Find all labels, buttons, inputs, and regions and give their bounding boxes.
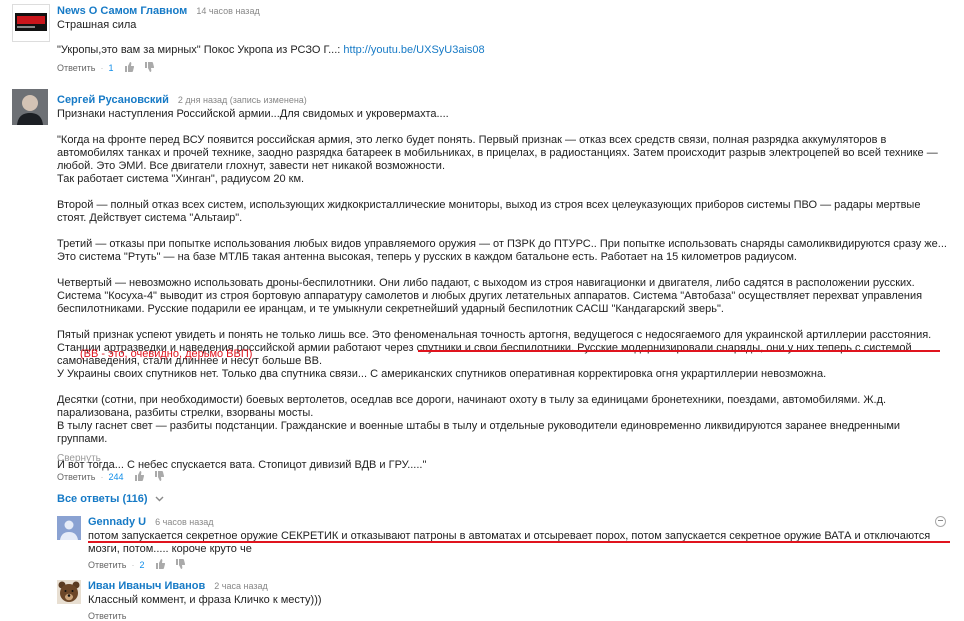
reply-time[interactable]: 2 часа назад <box>214 581 267 591</box>
comment-paragraph: И вот тогда... С небес спускается вата. … <box>57 459 427 471</box>
reply-time[interactable]: 6 часов назад <box>155 517 213 527</box>
comment-paragraph <box>57 446 947 459</box>
thumbs-down-icon[interactable] <box>144 62 154 72</box>
like-count: 1 <box>108 63 114 73</box>
collapse-button[interactable]: Свернуть <box>57 453 101 464</box>
comment-paragraph <box>57 121 947 134</box>
avatar-rusanovsky[interactable] <box>12 89 48 125</box>
comment-paragraph: В тылу гаснет свет — разбиты подстанции.… <box>57 420 901 445</box>
comment-paragraph: Четвертый — невозможно использовать дрон… <box>57 277 923 315</box>
reply-author[interactable]: Иван Иваныч Иванов <box>88 580 205 592</box>
comment-text: Страшная сила <box>57 19 137 31</box>
thumbs-up-icon[interactable] <box>155 559 166 569</box>
like-count: 244 <box>108 472 124 482</box>
news-logo-icon <box>15 13 47 31</box>
comment-paragraph: "Когда на фронте перед ВСУ появится росс… <box>57 134 938 172</box>
comment-time[interactable]: 14 часов назад <box>196 6 259 16</box>
bear-avatar-icon <box>57 580 81 604</box>
reply-button[interactable]: Ответить <box>57 63 95 73</box>
reply-button[interactable]: Ответить <box>88 611 126 621</box>
comment-paragraph <box>57 316 947 329</box>
avatar-ivanov[interactable] <box>57 580 81 604</box>
avatar-gennady[interactable] <box>57 516 81 540</box>
red-underline <box>88 541 950 543</box>
comment-author[interactable]: News О Самом Главном <box>57 5 187 17</box>
comment-paragraph <box>57 225 947 238</box>
thumbs-down-icon[interactable] <box>175 559 185 569</box>
comment-paragraph <box>57 186 947 199</box>
avatar-news[interactable] <box>12 4 50 42</box>
red-underline <box>418 350 940 352</box>
all-replies-toggle[interactable]: Все ответы (116) <box>57 493 164 505</box>
comment-paragraph: У Украины своих спутников нет. Только дв… <box>57 368 827 380</box>
all-replies-label: Все ответы (116) <box>57 493 148 505</box>
like-count: 2 <box>139 560 145 570</box>
comment-paragraph <box>57 264 947 277</box>
default-user-icon <box>57 516 81 540</box>
comment-paragraph: Второй — полный отказ всех систем, испол… <box>57 199 921 224</box>
comment-paragraph: Третий — отказы при попытке использовани… <box>57 238 947 263</box>
comment-author[interactable]: Сергей Русановский <box>57 94 169 106</box>
reply-button[interactable]: Ответить <box>57 472 95 482</box>
comment-text: "Укропы,это вам за мирных" Покос Укропа … <box>57 44 344 56</box>
thumbs-up-icon[interactable] <box>124 62 135 72</box>
user-photo-icon <box>12 89 48 125</box>
comment-paragraph: Так работает система "Хинган", радиусом … <box>57 173 305 185</box>
comment-paragraph: Признаки наступления Российской армии...… <box>57 108 449 120</box>
reply-text: Классный коммент, и фраза Кличко к месту… <box>88 594 322 606</box>
red-annotation: (ВВ - это, очевидно, дерьмо ВВП) <box>80 348 253 360</box>
youtube-link[interactable]: http://youtu.be/UXSyU3ais08 <box>343 44 484 56</box>
thumbs-up-icon[interactable] <box>134 471 145 481</box>
reply-button[interactable]: Ответить <box>88 560 126 570</box>
comment-paragraph: Десятки (сотни, при необходимости) боевы… <box>57 394 887 419</box>
chevron-down-icon <box>155 496 164 502</box>
thumbs-down-icon[interactable] <box>154 471 164 481</box>
reply-author[interactable]: Gennady U <box>88 516 146 528</box>
comment-time[interactable]: 2 дня назад (запись изменена) <box>178 95 307 105</box>
comment-paragraph <box>57 381 947 394</box>
more-options-icon[interactable] <box>935 516 946 527</box>
